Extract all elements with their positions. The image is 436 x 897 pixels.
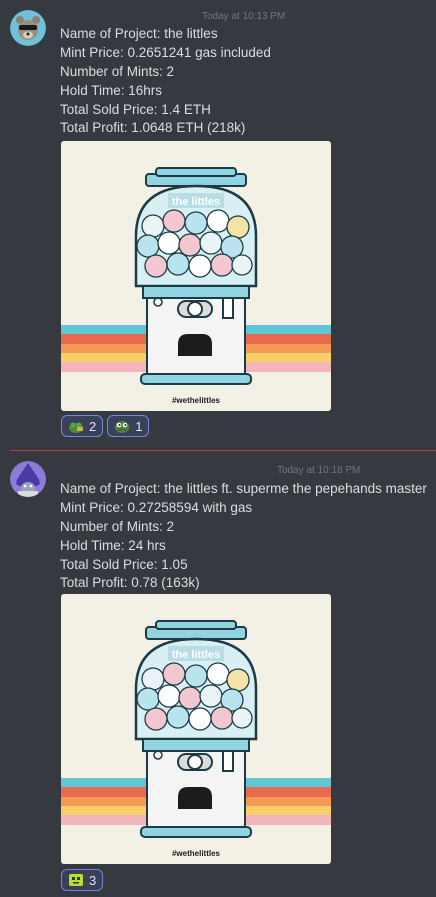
message-line: Total Profit: 0.78 (163k) [60,575,200,591]
message-line: Hold Time: 16hrs [60,82,163,98]
reaction-button[interactable]: 2 [61,415,104,437]
message-line: Number of Mints: 2 [60,518,175,534]
wizard-avatar-icon [10,461,46,497]
reaction-count: 3 [89,872,97,888]
hashtag-label: #wethelittles [172,396,221,405]
reaction-button[interactable]: 1 [107,415,150,437]
message-image[interactable]: the littles #wethelittles [61,141,331,411]
message-timestamp: Today at 10:18 PM [277,465,361,476]
message-line: Total Sold Price: 1.05 [60,556,188,572]
reaction-count: 2 [89,418,97,434]
message-line: Mint Price: 0.2651241 gas included [60,44,271,60]
brand-label: the littles [172,196,220,208]
message-line: Number of Mints: 2 [60,63,175,79]
new-messages-divider [10,450,436,451]
message-line: Total Sold Price: 1.4 ETH [60,101,211,117]
green-block-icon [69,874,83,886]
hashtag-label: #wethelittles [172,849,221,858]
user-avatar[interactable] [10,10,46,46]
user-avatar[interactable] [10,461,46,497]
message-line: Mint Price: 0.27258594 with gas [60,499,253,515]
bear-avatar-icon [10,10,46,46]
message-line: Name of Project: the littles [60,26,218,41]
frog-money-icon [69,422,83,433]
gumball-machine-illustration: the littles #wethelittles [61,167,331,405]
pepe-icon [115,421,130,433]
message-line: Name of Project: the littles ft. superme… [60,481,427,496]
reaction-button[interactable]: 3 [61,869,104,891]
message-line: Hold Time: 24 hrs [60,537,166,553]
message-line: Total Profit: 1.0648 ETH (218k) [60,120,246,136]
message-image[interactable]: the littles #wethelittles [61,594,331,864]
brand-label: the littles [172,649,220,661]
reaction-count: 1 [135,418,143,434]
gumball-machine-illustration: the littles #wethelittles [61,620,331,858]
message-timestamp: Today at 10:13 PM [202,11,286,22]
